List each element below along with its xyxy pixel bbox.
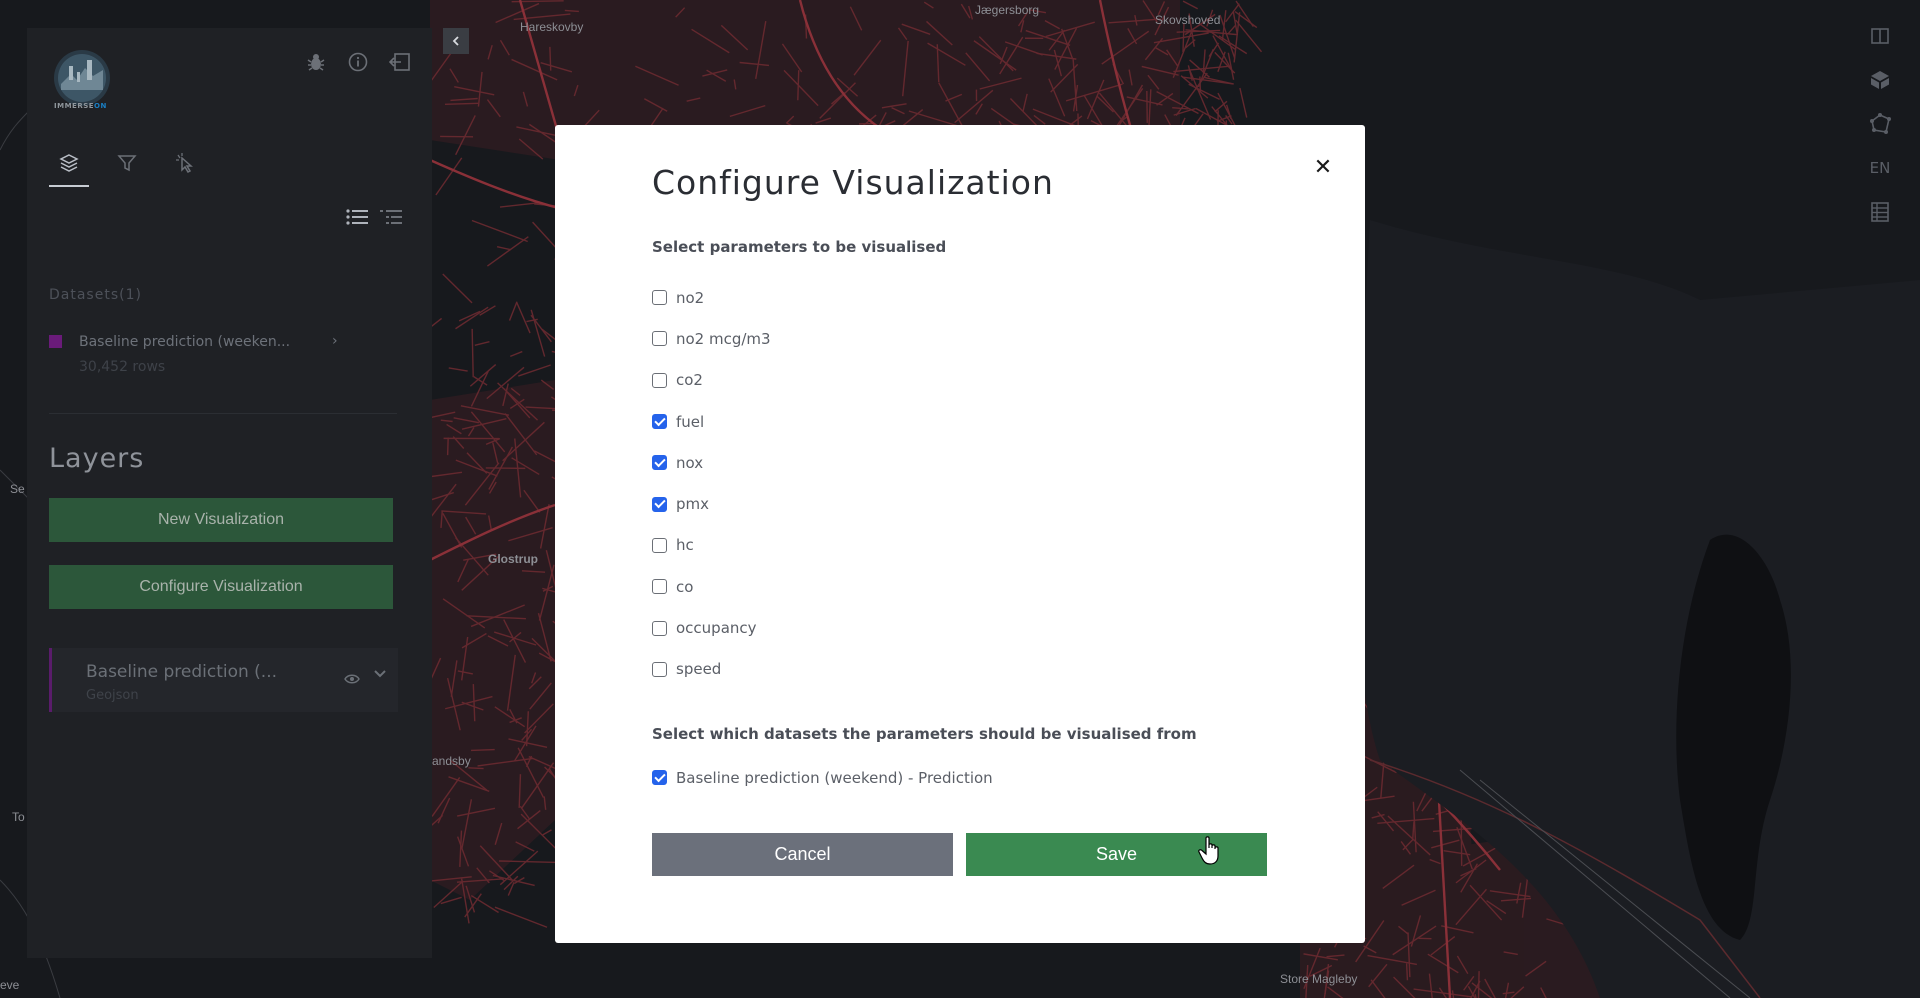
parameter-checkbox[interactable] [652,372,667,388]
parameter-label: nox [676,453,704,472]
dataset-checkbox[interactable] [652,770,667,786]
parameter-checkbox[interactable] [652,620,667,636]
parameters-section-label: Select parameters to be visualised [652,238,947,256]
parameter-row[interactable]: no2 mcg/m3 [652,318,771,359]
parameter-checkbox[interactable] [652,537,667,553]
parameter-checkbox[interactable] [652,455,667,471]
parameter-label: co2 [676,371,703,390]
parameter-label: speed [676,660,722,679]
parameter-row[interactable]: occupancy [652,607,771,648]
parameter-label: hc [676,536,694,555]
parameter-row[interactable]: speed [652,649,771,690]
parameter-label: no2 [676,288,705,307]
parameter-row[interactable]: no2 [652,277,771,318]
hand-cursor-icon [1198,836,1224,870]
configure-visualization-modal: ✕ Configure Visualization Select paramet… [555,125,1365,943]
dataset-row[interactable]: Baseline prediction (weekend) - Predicti… [652,757,993,798]
parameter-checkbox[interactable] [652,579,667,595]
parameter-checkbox[interactable] [652,661,667,677]
parameter-row[interactable]: fuel [652,401,771,442]
parameter-row[interactable]: pmx [652,483,771,524]
dataset-label: Baseline prediction (weekend) - Predicti… [676,768,993,787]
parameter-label: occupancy [676,619,757,638]
close-icon[interactable]: ✕ [1311,155,1335,180]
dataset-checkbox-list: Baseline prediction (weekend) - Predicti… [652,757,993,798]
parameter-row[interactable]: co [652,566,771,607]
parameter-row[interactable]: nox [652,442,771,483]
parameter-label: pmx [676,495,710,514]
parameter-row[interactable]: co2 [652,360,771,401]
modal-title: Configure Visualization [652,163,1054,202]
parameter-label: co [676,577,694,596]
parameter-checkbox[interactable] [652,414,667,430]
datasets-section-label: Select which datasets the parameters sho… [652,725,1197,743]
parameter-checkbox[interactable] [652,496,667,512]
parameter-label: no2 mcg/m3 [676,329,771,348]
parameter-label: fuel [676,412,705,431]
parameter-checkbox[interactable] [652,331,667,347]
parameter-checkbox[interactable] [652,290,667,306]
parameter-checkbox-list: no2 no2 mcg/m3 co2 fuel nox pmx hc co occupancy s… [652,277,771,690]
cancel-button[interactable]: Cancel [652,833,953,876]
parameter-row[interactable]: hc [652,525,771,566]
